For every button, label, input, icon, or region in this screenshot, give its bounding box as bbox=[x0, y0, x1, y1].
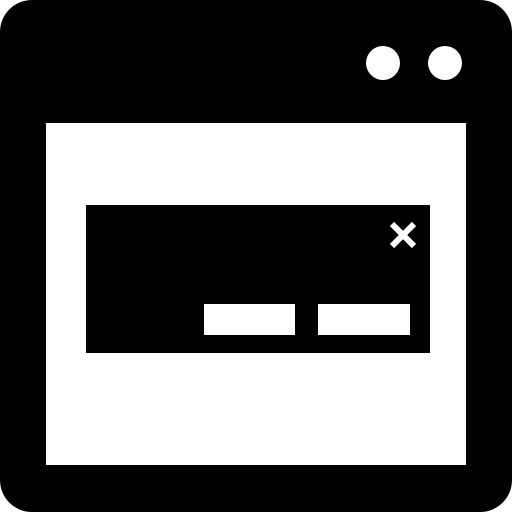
dialog-button-primary[interactable] bbox=[204, 304, 295, 335]
close-icon[interactable] bbox=[388, 220, 418, 250]
window-control-dot[interactable] bbox=[428, 46, 462, 80]
dialog-button-secondary[interactable] bbox=[318, 304, 410, 335]
close-icon-glyph bbox=[389, 221, 417, 249]
browser-window-dialog-icon bbox=[0, 0, 512, 512]
window-control-dot[interactable] bbox=[366, 46, 400, 80]
